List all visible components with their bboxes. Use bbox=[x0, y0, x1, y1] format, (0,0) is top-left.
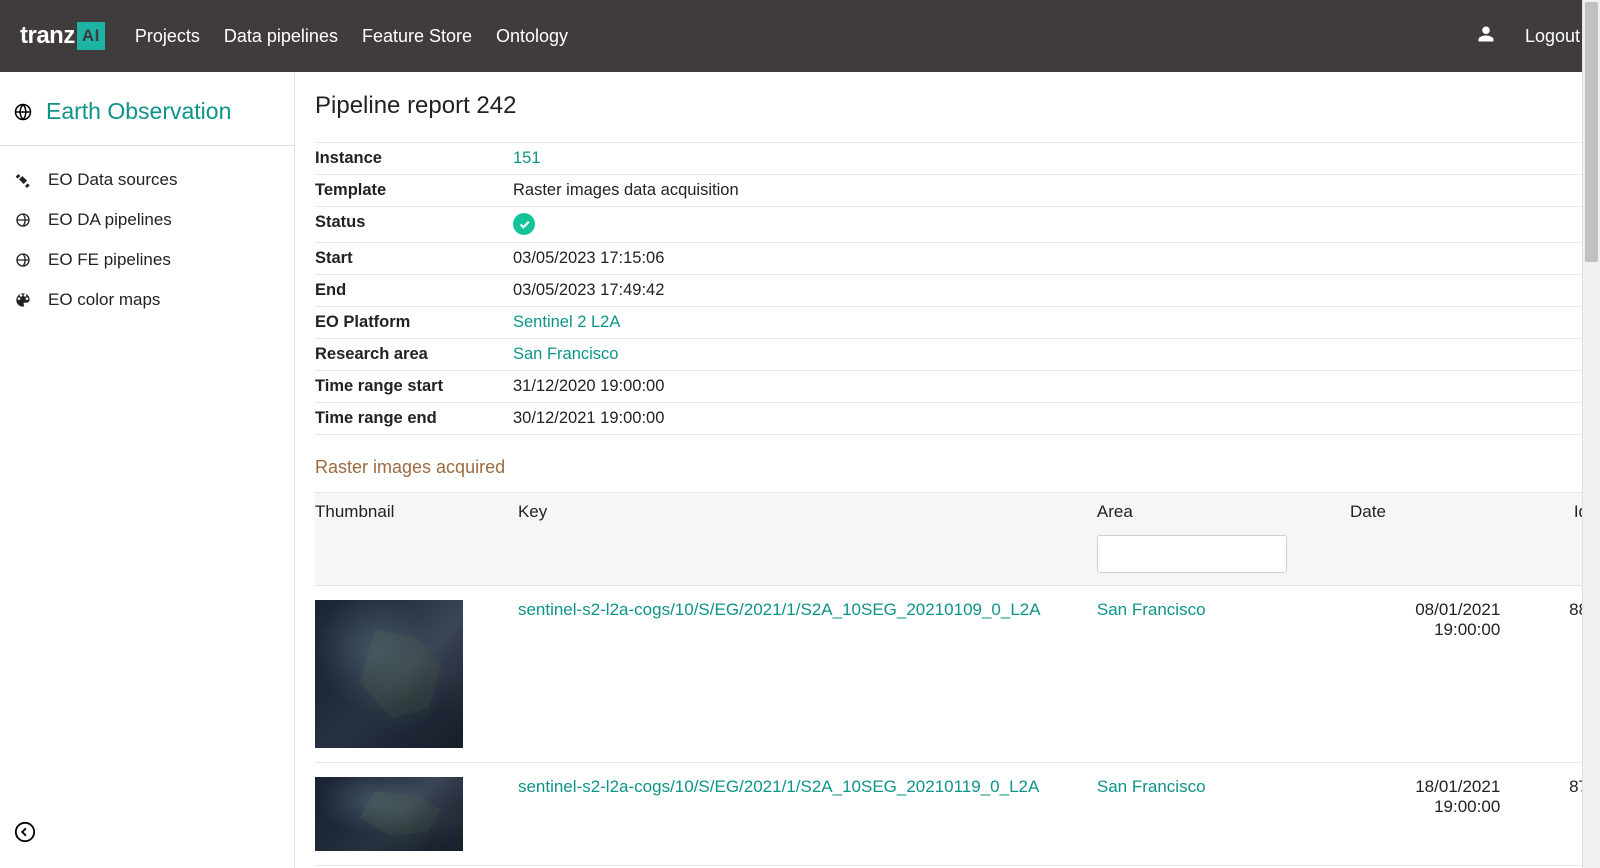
sidebar-item-da-pipelines[interactable]: EO DA pipelines bbox=[0, 200, 294, 240]
nav-right: Logout bbox=[1477, 25, 1580, 48]
info-row-time-range-end: Time range end 30/12/2021 19:00:00 bbox=[315, 402, 1600, 434]
info-value bbox=[513, 207, 1600, 243]
sidebar: Earth Observation EO Data sources EO DA … bbox=[0, 72, 295, 868]
instance-link[interactable]: 151 bbox=[513, 149, 541, 167]
table-header-key[interactable]: Key bbox=[518, 492, 1097, 531]
sidebar-item-label: EO FE pipelines bbox=[48, 250, 171, 270]
id-cell: 88 bbox=[1542, 585, 1600, 762]
key-link[interactable]: sentinel-s2-l2a-cogs/10/S/EG/2021/1/S2A_… bbox=[518, 777, 1039, 796]
nav-link-data-pipelines[interactable]: Data pipelines bbox=[224, 26, 338, 47]
info-row-time-range-start: Time range start 31/12/2020 19:00:00 bbox=[315, 370, 1600, 402]
sidebar-item-fe-pipelines[interactable]: EO FE pipelines bbox=[0, 240, 294, 280]
info-value: 03/05/2023 17:15:06 bbox=[513, 242, 1600, 274]
layout: Earth Observation EO Data sources EO DA … bbox=[0, 72, 1600, 868]
thumbnail-cell bbox=[315, 762, 518, 865]
nav-link-feature-store[interactable]: Feature Store bbox=[362, 26, 472, 47]
satellite-icon bbox=[14, 171, 32, 189]
main-content: Pipeline report 242 Instance 151 Templat… bbox=[295, 72, 1600, 868]
info-row-instance: Instance 151 bbox=[315, 143, 1600, 175]
logo-suffix: AI bbox=[77, 22, 105, 50]
sidebar-title: Earth Observation bbox=[46, 98, 231, 125]
thumbnail-cell bbox=[315, 585, 518, 762]
info-row-status: Status bbox=[315, 207, 1600, 243]
info-label: Template bbox=[315, 175, 513, 207]
info-row-research-area: Research area San Francisco bbox=[315, 338, 1600, 370]
thumbnail-image[interactable] bbox=[315, 777, 463, 851]
sidebar-collapse-button[interactable] bbox=[14, 821, 36, 848]
key-link[interactable]: sentinel-s2-l2a-cogs/10/S/EG/2021/1/S2A_… bbox=[518, 600, 1041, 619]
info-label: Start bbox=[315, 242, 513, 274]
info-label: Research area bbox=[315, 338, 513, 370]
logout-link[interactable]: Logout bbox=[1525, 26, 1580, 47]
logo-text: tranz bbox=[20, 22, 75, 50]
table-header-row: Thumbnail Key Area Date Id bbox=[315, 492, 1600, 531]
research-area-link[interactable]: San Francisco bbox=[513, 345, 618, 363]
status-success-icon bbox=[513, 213, 535, 235]
nav-link-ontology[interactable]: Ontology bbox=[496, 26, 568, 47]
info-label: EO Platform bbox=[315, 306, 513, 338]
sidebar-items: EO Data sources EO DA pipelines EO FE pi… bbox=[0, 146, 294, 334]
date-cell: 08/01/2021 19:00:00 bbox=[1350, 585, 1542, 762]
sidebar-item-data-sources[interactable]: EO Data sources bbox=[0, 160, 294, 200]
info-label: Instance bbox=[315, 143, 513, 175]
sidebar-header[interactable]: Earth Observation bbox=[0, 72, 294, 146]
table-header-thumbnail[interactable]: Thumbnail bbox=[315, 492, 518, 531]
area-filter-input[interactable] bbox=[1097, 535, 1287, 573]
sidebar-item-label: EO DA pipelines bbox=[48, 210, 172, 230]
table-row: sentinel-s2-l2a-cogs/10/S/EG/2021/1/S2A_… bbox=[315, 585, 1600, 762]
logo[interactable]: tranzAI bbox=[20, 22, 105, 50]
table-header-date[interactable]: Date bbox=[1350, 492, 1542, 531]
palette-icon bbox=[14, 291, 32, 309]
table-header-id[interactable]: Id bbox=[1542, 492, 1600, 531]
info-label: Status bbox=[315, 207, 513, 243]
info-row-template: Template Raster images data acquisition bbox=[315, 175, 1600, 207]
raster-images-table: Thumbnail Key Area Date Id bbox=[315, 492, 1600, 866]
info-table: Instance 151 Template Raster images data… bbox=[315, 142, 1600, 435]
info-value: Raster images data acquisition bbox=[513, 175, 1600, 207]
sidebar-item-label: EO color maps bbox=[48, 290, 160, 310]
table-filter-row bbox=[315, 531, 1600, 586]
sidebar-item-color-maps[interactable]: EO color maps bbox=[0, 280, 294, 320]
info-value: 03/05/2023 17:49:42 bbox=[513, 274, 1600, 306]
area-link[interactable]: San Francisco bbox=[1097, 777, 1206, 796]
user-icon[interactable] bbox=[1477, 25, 1495, 48]
section-heading-raster-images: Raster images acquired bbox=[315, 435, 1600, 492]
area-link[interactable]: San Francisco bbox=[1097, 600, 1206, 619]
table-row: sentinel-s2-l2a-cogs/10/S/EG/2021/1/S2A_… bbox=[315, 762, 1600, 865]
nav-links: Projects Data pipelines Feature Store On… bbox=[135, 26, 1477, 47]
eo-platform-link[interactable]: Sentinel 2 L2A bbox=[513, 313, 620, 331]
info-label: Time range start bbox=[315, 370, 513, 402]
table-header-area[interactable]: Area bbox=[1097, 492, 1350, 531]
id-cell: 87 bbox=[1542, 762, 1600, 865]
globe-arrow-icon bbox=[14, 211, 32, 229]
sidebar-item-label: EO Data sources bbox=[48, 170, 177, 190]
globe-icon bbox=[14, 103, 32, 121]
info-label: End bbox=[315, 274, 513, 306]
info-row-eo-platform: EO Platform Sentinel 2 L2A bbox=[315, 306, 1600, 338]
info-row-end: End 03/05/2023 17:49:42 bbox=[315, 274, 1600, 306]
info-row-start: Start 03/05/2023 17:15:06 bbox=[315, 242, 1600, 274]
date-cell: 18/01/2021 19:00:00 bbox=[1350, 762, 1542, 865]
thumbnail-image[interactable] bbox=[315, 600, 463, 748]
page-title: Pipeline report 242 bbox=[315, 92, 1600, 120]
nav-link-projects[interactable]: Projects bbox=[135, 26, 200, 47]
globe-arrow-icon bbox=[14, 251, 32, 269]
info-value: 31/12/2020 19:00:00 bbox=[513, 370, 1600, 402]
info-label: Time range end bbox=[315, 402, 513, 434]
top-navbar: tranzAI Projects Data pipelines Feature … bbox=[0, 0, 1600, 72]
info-value: 30/12/2021 19:00:00 bbox=[513, 402, 1600, 434]
